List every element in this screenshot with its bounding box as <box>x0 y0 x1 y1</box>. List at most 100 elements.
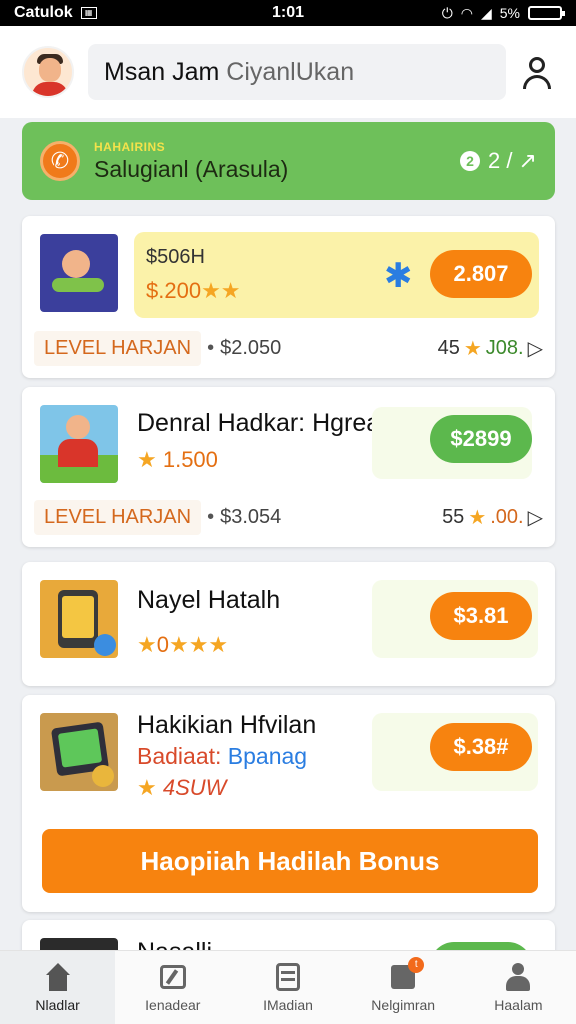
phone-icon: ✆ <box>40 141 80 181</box>
card-meta: LEVEL HARJAN • $2.050 45 ★ J08. ▷ <box>34 328 543 368</box>
reward-button[interactable]: $.38# <box>430 723 532 771</box>
card-title: Denral Hadkar: Hgreall <box>137 409 392 437</box>
meta-price: $3.054 <box>220 505 282 528</box>
card-rating: $.200★★ <box>146 278 241 304</box>
thumb-coin <box>92 765 114 787</box>
avatar-face <box>39 58 61 82</box>
home-body <box>48 974 67 991</box>
list-line <box>281 977 295 981</box>
bottom-nav: Nladlar Ienadear IMadian t Nelgimran Haa… <box>0 950 576 1024</box>
battery-percent: 5% <box>499 5 520 21</box>
list-frame <box>276 962 300 991</box>
list-line <box>281 970 295 974</box>
nav-item-list[interactable]: IMadian <box>230 951 345 1024</box>
thumb-person-shirt <box>58 439 98 467</box>
card-meta: LEVEL HARJAN • $3.054 55 ★ .00. ▷ <box>34 497 543 537</box>
nav-label: Nladlar <box>35 996 80 1013</box>
home-icon <box>43 962 73 991</box>
subtitle-value: Bpanag <box>227 743 308 769</box>
task-card[interactable]: Denral Hadkar: Hgreall ★ 1.500 $2899 LEV… <box>22 387 555 547</box>
thumb-tablet-screen <box>57 728 103 768</box>
banner-counter: 2 2 / ↗ <box>459 148 537 174</box>
notification-badge: t <box>408 956 425 973</box>
star-icon: ★ <box>468 506 487 529</box>
thumb-person-face <box>62 250 90 278</box>
signal-icon: ◢ <box>480 4 492 21</box>
profile-icon-head <box>529 57 545 73</box>
banner-small-label: HAHAIRINS <box>94 139 166 154</box>
status-time: 1:01 <box>271 4 305 21</box>
star-icon: ★★★ <box>168 632 229 657</box>
meta-stats: 45 ★ J08. ▷ <box>438 336 543 361</box>
banner-title: Salugianl (Arasula) <box>94 155 289 182</box>
task-card[interactable]: Hakikian Hfvilan Badiaat: Bpanag ★ 4SUW … <box>22 695 555 912</box>
status-bar: Catulok ▦ 1:01 ⏻ ◠ ◢ 5% <box>0 0 576 26</box>
bonus-button[interactable]: Haopiiah Hadilah Bonus <box>42 829 538 893</box>
nav-item-profile[interactable]: Haalam <box>461 951 576 1024</box>
task-card[interactable]: $506H $.200★★ ✱ 2.807 LEVEL HARJAN • $2.… <box>22 216 555 378</box>
explore-icon <box>158 963 188 991</box>
meta-separator: • <box>207 505 215 528</box>
card-price-label: $506H <box>146 246 205 268</box>
thumb-badge <box>94 634 116 656</box>
profile-icon[interactable] <box>520 55 554 89</box>
nav-item-messages[interactable]: t Nelgimran <box>346 951 461 1024</box>
thumb-phone-screen <box>62 596 94 638</box>
home-roof <box>45 962 70 975</box>
level-label: LEVEL HARJAN <box>34 330 202 366</box>
app-header: Msan Jam Ciyanl⁠Ukan <box>0 26 576 118</box>
counter-icon: 2 <box>459 151 480 171</box>
card-title: Nayel Hatalh <box>137 586 281 614</box>
reward-button[interactable]: $3.81 <box>430 592 532 640</box>
card-title: Hakikian Hfvilan <box>137 711 317 739</box>
list-icon <box>273 962 303 991</box>
message-icon: t <box>388 956 425 991</box>
card-subtitle: Badiaat: Bpanag <box>137 743 307 770</box>
counter-text: 2 / ↗ <box>487 148 537 173</box>
carrier-name: Catulok <box>14 4 73 21</box>
task-thumbnail <box>40 580 118 658</box>
bonus-label: Haopiiah Hadilah Bonus <box>140 845 440 876</box>
card-rating: ★0★★★ <box>137 632 229 657</box>
status-icons: ⏻ ◠ ◢ 5% <box>441 4 565 22</box>
rating-value: $.200 <box>146 278 202 303</box>
profile-icon <box>503 962 533 991</box>
nav-label: Ienadear <box>145 996 201 1013</box>
profile-head <box>512 962 525 975</box>
reward-button[interactable]: 2.807 <box>430 250 532 298</box>
wifi-icon: ◠ <box>460 4 473 21</box>
star-icon: ★★ <box>201 278 241 303</box>
rating-value: 0 <box>156 632 169 657</box>
task-thumbnail <box>40 405 118 483</box>
nav-label: Nelgimran <box>371 996 436 1013</box>
search-text-secondary: Ciyanl⁠Ukan <box>226 58 355 86</box>
nav-item-explore[interactable]: Ienadear <box>115 951 230 1024</box>
nav-label: IMadian <box>263 996 313 1013</box>
level-label: LEVEL HARJAN <box>34 499 202 535</box>
meta-stats: 55 ★ .00. ▷ <box>442 505 543 530</box>
card-rating: ★ 4SUW <box>137 775 227 800</box>
star-icon: ★ <box>463 337 482 360</box>
card-rating: ★ 1.500 <box>137 447 218 472</box>
avatar[interactable] <box>22 46 74 98</box>
nav-label: Haalam <box>494 996 543 1013</box>
subtitle-prefix: Badiaat: <box>137 743 222 769</box>
meta-sub: .00. <box>490 505 524 528</box>
task-card[interactable]: Nayel Hatalh ★0★★★ $3.81 <box>22 562 555 686</box>
arrow-right-icon: ▷ <box>527 506 543 529</box>
puzzle-icon: ✱ <box>384 257 413 295</box>
avatar-shirt <box>32 82 68 96</box>
meta-price: $2.050 <box>220 336 282 359</box>
thumb-tray <box>52 278 104 292</box>
profile-body <box>506 975 531 991</box>
arrow-right-icon: ▷ <box>527 337 543 360</box>
alarm-icon: ⏻ <box>441 4 453 21</box>
promo-banner[interactable]: ✆ HAHAIRINS Salugianl (Arasula) 2 2 / ↗ <box>22 122 555 200</box>
meta-separator: • <box>207 336 215 359</box>
search-input[interactable]: Msan Jam Ciyanl⁠Ukan <box>88 44 506 100</box>
reward-button[interactable]: $2899 <box>430 415 532 463</box>
profile-icon-body <box>523 75 551 89</box>
meta-sub: J08. <box>485 336 524 359</box>
meta-count: 45 <box>437 336 460 359</box>
nav-item-home[interactable]: Nladlar <box>0 951 116 1024</box>
